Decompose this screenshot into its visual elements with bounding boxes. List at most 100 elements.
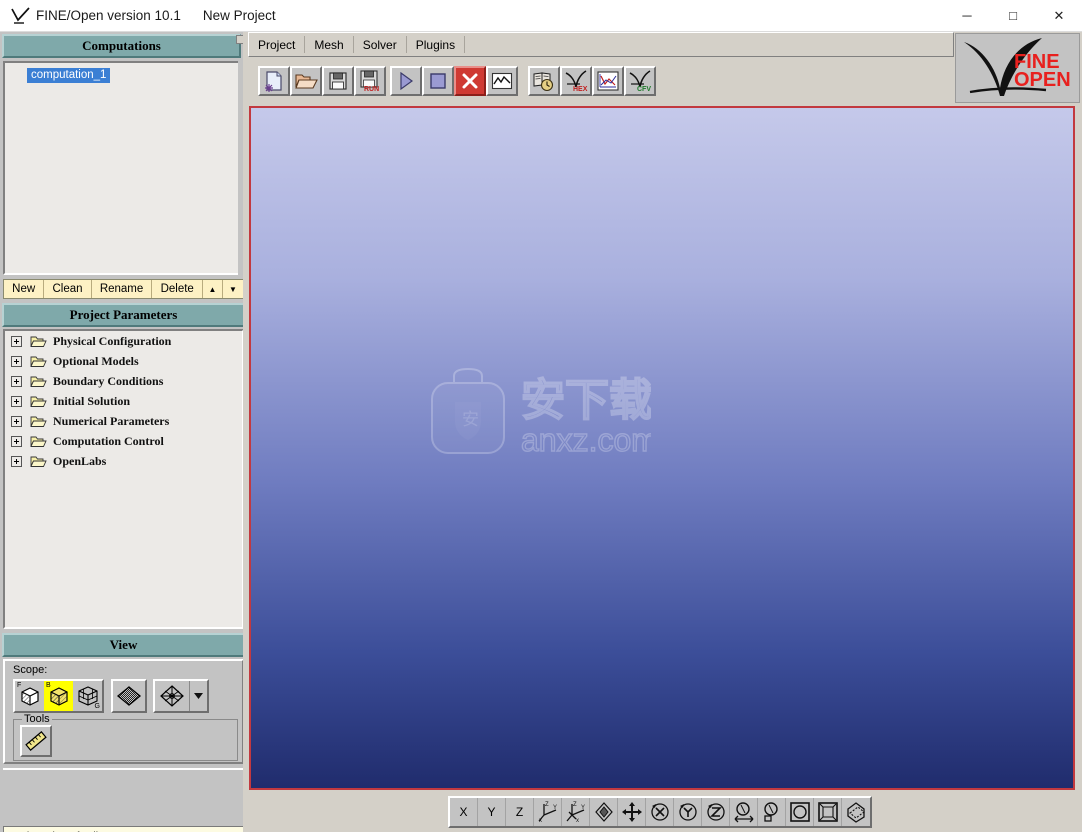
folder-icon: [30, 435, 47, 448]
rename-computation-button[interactable]: Rename: [91, 280, 153, 298]
render-mode-button[interactable]: [111, 679, 147, 713]
scope-grid-button[interactable]: G: [73, 681, 102, 711]
cfview-button[interactable]: CFV: [624, 66, 656, 96]
delete-computation-button[interactable]: Delete: [152, 280, 203, 298]
chevron-down-icon[interactable]: [189, 681, 207, 711]
maximize-button[interactable]: □: [990, 0, 1036, 32]
task-manager-button[interactable]: [528, 66, 560, 96]
view-x-button[interactable]: X: [450, 798, 478, 826]
new-project-button[interactable]: [258, 66, 290, 96]
expand-icon[interactable]: [11, 375, 22, 387]
rotate-y-button[interactable]: [674, 798, 702, 826]
tree-item-computation-control[interactable]: Computation Control: [5, 431, 242, 451]
scope-block-button[interactable]: B: [44, 681, 73, 711]
expand-icon[interactable]: [11, 455, 22, 467]
watermark-text-cn: 安下载: [521, 376, 651, 425]
list-item[interactable]: computation_1: [27, 68, 111, 83]
axes-iso1-button[interactable]: Z Y x: [534, 798, 562, 826]
clip-plane-button[interactable]: [842, 798, 870, 826]
view-z-button[interactable]: Z: [506, 798, 534, 826]
tree-item-openlabs[interactable]: OpenLabs: [5, 451, 242, 471]
view-y-button[interactable]: Y: [478, 798, 506, 826]
move-up-button[interactable]: ▲: [202, 280, 223, 298]
start-computation-button[interactable]: [390, 66, 422, 96]
menu-bar: Project Mesh Solver Plugins: [248, 32, 954, 57]
folder-icon: [30, 335, 47, 348]
folder-icon: [30, 455, 47, 468]
run-label: RUN: [364, 86, 379, 92]
app-title: FINE/Open version 10.1: [36, 8, 181, 23]
fine-open-logo: FINE OPEN: [955, 33, 1080, 103]
view-header: View: [2, 633, 245, 657]
svg-text:Y: Y: [581, 805, 585, 811]
save-project-button[interactable]: [322, 66, 354, 96]
view-control-bar: X Y Z Z Y x Z Y x: [248, 793, 1082, 832]
tree-item-label: Boundary Conditions: [53, 373, 164, 388]
computations-button-row: New Clean Rename Delete ▲ ▼: [3, 279, 244, 299]
axis-button-group: [153, 679, 209, 713]
svg-text:Z: Z: [545, 802, 549, 808]
menu-plugins[interactable]: Plugins: [407, 35, 464, 55]
scope-corner-label-g: G: [94, 703, 100, 710]
fit-view-button[interactable]: [590, 798, 618, 826]
project-parameters-tree[interactable]: Physical Configuration Optional Models B…: [3, 329, 244, 629]
scope-label: Scope:: [13, 664, 48, 676]
project-parameters-header: Project Parameters: [2, 303, 245, 327]
folder-icon: [30, 355, 47, 368]
watermark-text-domain: anxz.com: [521, 422, 651, 458]
stop-computation-button[interactable]: [422, 66, 454, 96]
zoom-horizontal-button[interactable]: [730, 798, 758, 826]
sphere-view-button[interactable]: [786, 798, 814, 826]
tree-item-boundary-conditions[interactable]: Boundary Conditions: [5, 371, 242, 391]
close-button[interactable]: ✕: [1036, 0, 1082, 32]
expand-icon[interactable]: [11, 435, 22, 447]
rotate-z-button[interactable]: [702, 798, 730, 826]
clean-computation-button[interactable]: Clean: [44, 280, 92, 298]
ruler-tool-button[interactable]: [20, 725, 52, 757]
tree-item-label: OpenLabs: [53, 453, 107, 468]
kill-computation-button[interactable]: [454, 66, 486, 96]
computations-list[interactable]: computation_1: [3, 61, 244, 275]
svg-text:x: x: [539, 818, 542, 824]
tree-item-physical-configuration[interactable]: Physical Configuration: [5, 331, 242, 351]
move-down-button[interactable]: ▼: [222, 280, 243, 298]
menu-project[interactable]: Project: [249, 35, 304, 55]
axes-iso2-button[interactable]: Z Y x: [562, 798, 590, 826]
tools-group: Tools: [13, 713, 238, 761]
application-window: FINE/Open version 10.1 New Project ─ □ ✕…: [0, 0, 1082, 832]
tree-item-label: Initial Solution: [53, 393, 131, 408]
monitor-button[interactable]: [486, 66, 518, 96]
expand-icon[interactable]: [11, 415, 22, 427]
hexpress-button[interactable]: HEX: [560, 66, 592, 96]
axis-orientation-button[interactable]: [155, 681, 189, 711]
save-and-run-button[interactable]: RUN: [354, 66, 386, 96]
project-title: New Project: [202, 8, 276, 23]
expand-icon[interactable]: [11, 335, 22, 347]
pan-button[interactable]: [618, 798, 646, 826]
box-view-button[interactable]: [814, 798, 842, 826]
menu-mesh[interactable]: Mesh: [305, 35, 352, 55]
expand-icon[interactable]: [11, 395, 22, 407]
cfv-label: CFV: [637, 86, 651, 92]
rotate-x-button[interactable]: [646, 798, 674, 826]
minimize-button[interactable]: ─: [944, 0, 990, 32]
cfview-plot-button[interactable]: [592, 66, 624, 96]
tree-item-numerical-parameters[interactable]: Numerical Parameters: [5, 411, 242, 431]
menu-separator: [464, 36, 466, 53]
menu-solver[interactable]: Solver: [354, 35, 406, 55]
vertical-splitter[interactable]: [243, 32, 248, 832]
tree-item-label: Numerical Parameters: [53, 413, 170, 428]
scope-button-group: F B G: [13, 679, 104, 713]
scope-corner-label-b: B: [46, 682, 51, 689]
app-logo-icon: [8, 3, 34, 29]
scope-face-button[interactable]: F: [15, 681, 44, 711]
tree-item-initial-solution[interactable]: Initial Solution: [5, 391, 242, 411]
open-project-button[interactable]: [290, 66, 322, 96]
new-computation-button[interactable]: New: [4, 280, 45, 298]
expand-icon[interactable]: [11, 355, 22, 367]
zoom-box-button[interactable]: [758, 798, 786, 826]
tree-item-label: Physical Configuration: [53, 333, 172, 348]
3d-viewport[interactable]: 安下载 anxz.com 安: [249, 106, 1075, 790]
window-controls: ─ □ ✕: [944, 0, 1082, 32]
tree-item-optional-models[interactable]: Optional Models: [5, 351, 242, 371]
